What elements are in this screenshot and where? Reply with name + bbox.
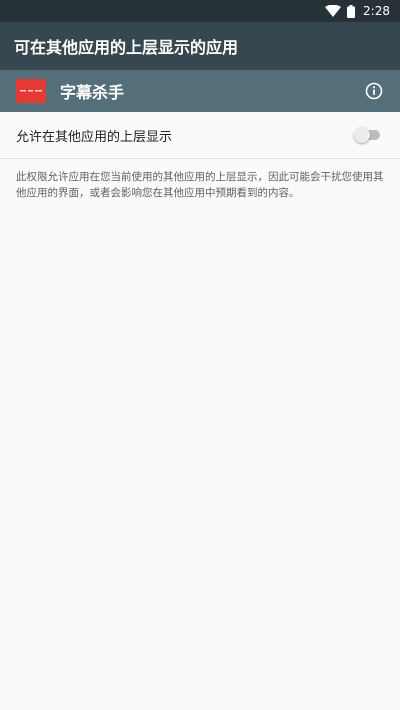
status-time: 2:28: [363, 4, 390, 18]
status-bar: 2:28: [0, 0, 400, 22]
app-bar: 可在其他应用的上层显示的应用: [0, 22, 400, 70]
page-title: 可在其他应用的上层显示的应用: [14, 38, 239, 57]
screen: 2:28 可在其他应用的上层显示的应用 字幕杀手 允许在其他应用的上层显示 此权…: [0, 0, 400, 710]
app-logo-icon: [16, 79, 46, 103]
battery-icon: [347, 4, 356, 18]
info-icon: [365, 82, 383, 100]
app-header: 字幕杀手: [0, 70, 400, 112]
switch-thumb: [354, 127, 370, 143]
app-name: 字幕杀手: [60, 83, 125, 102]
wifi-icon: [325, 5, 342, 17]
info-button[interactable]: [362, 79, 386, 103]
overlay-permission-switch[interactable]: [354, 127, 380, 143]
overlay-permission-row[interactable]: 允许在其他应用的上层显示: [0, 112, 400, 158]
permission-description: 此权限允许应用在您当前使用的其他应用的上层显示，因此可能会干扰您使用其他应用的界…: [16, 171, 384, 199]
overlay-permission-label: 允许在其他应用的上层显示: [16, 129, 173, 145]
